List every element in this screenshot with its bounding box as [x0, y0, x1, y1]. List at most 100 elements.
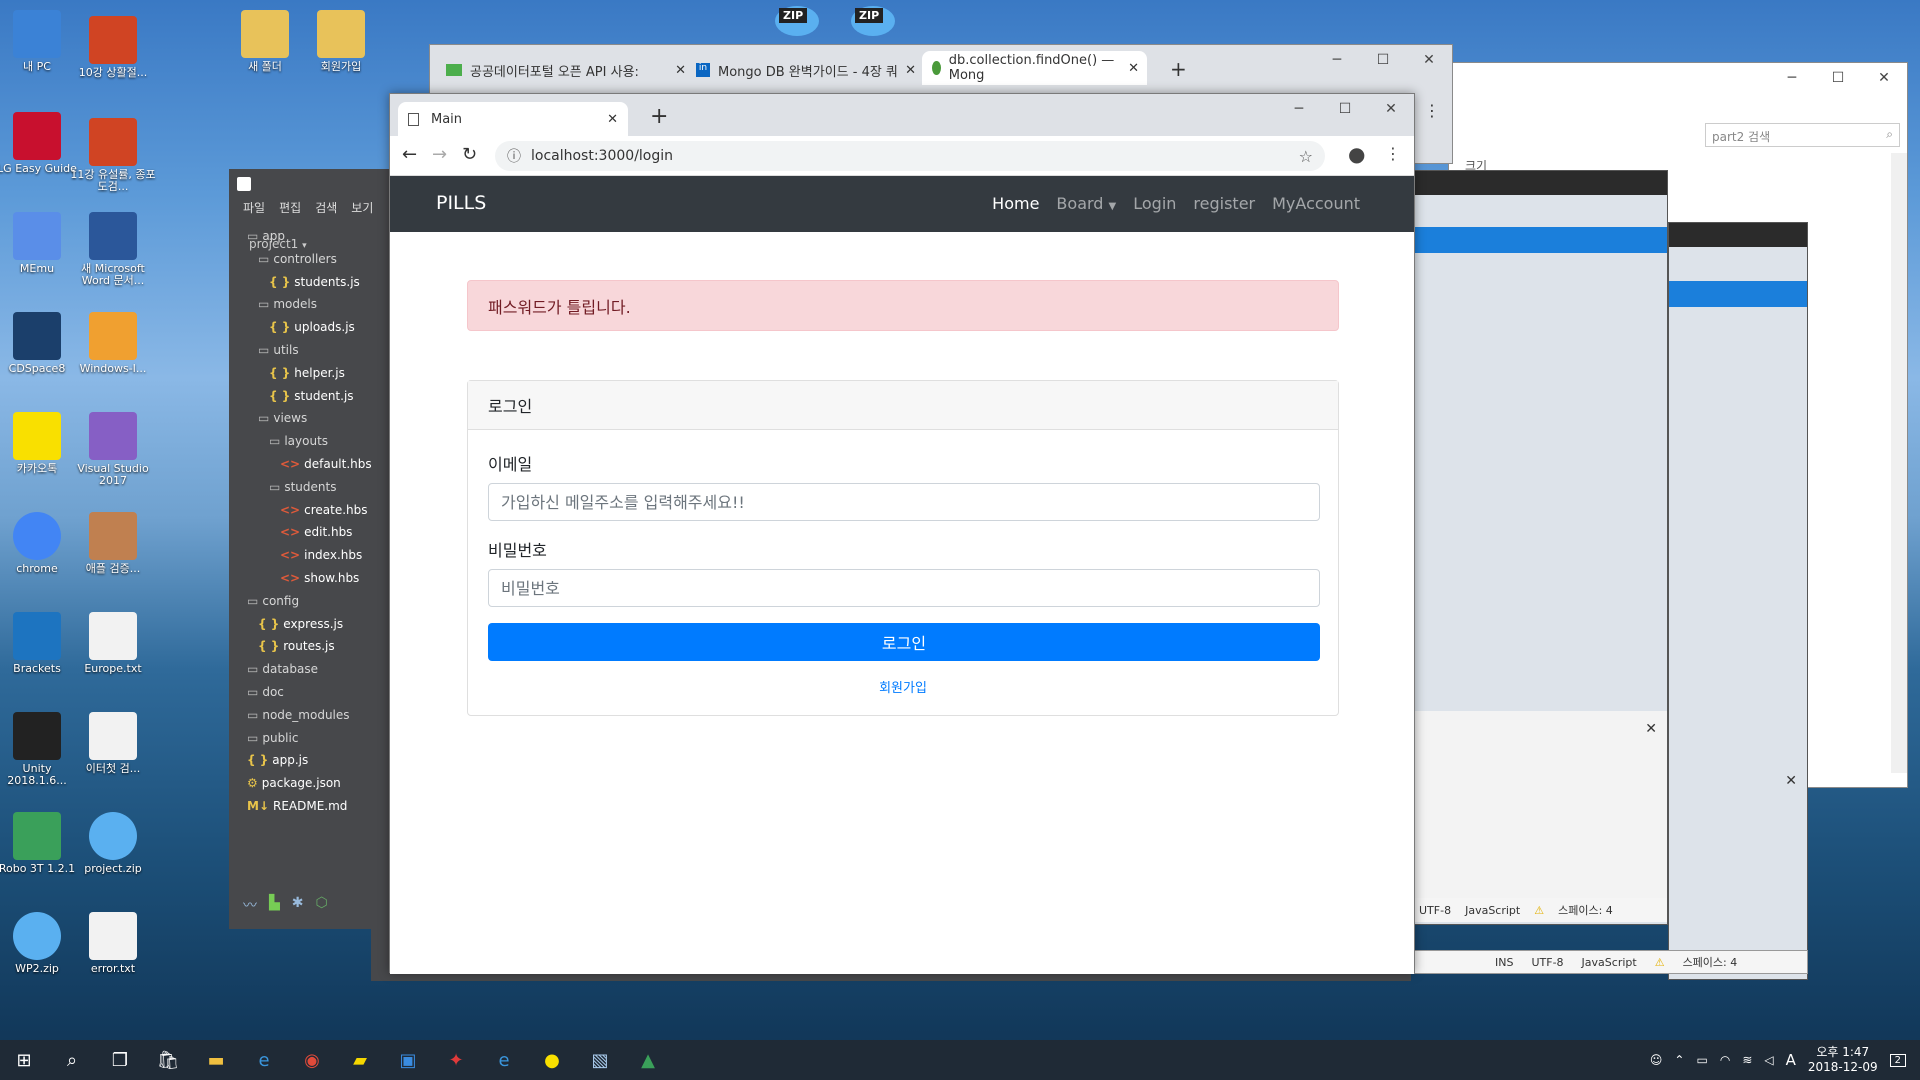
close-icon[interactable]: ✕: [1406, 45, 1452, 75]
desktop-icon[interactable]: 새 Microsoft Word 문서...: [68, 212, 158, 287]
file-tree-item[interactable]: <> edit.hbs: [280, 525, 352, 539]
task-view-icon[interactable]: ❐: [96, 1040, 144, 1080]
file-tree-item[interactable]: ▭ controllers: [258, 252, 337, 266]
nav-login[interactable]: Login: [1133, 194, 1176, 213]
close-icon[interactable]: ✕: [1128, 61, 1147, 76]
close-icon[interactable]: ✕: [905, 63, 916, 78]
menu-search[interactable]: 검색: [315, 199, 337, 216]
nav-myaccount[interactable]: MyAccount: [1272, 194, 1360, 213]
file-tree-item[interactable]: <> show.hbs: [280, 571, 359, 585]
spaces-label[interactable]: 스페이스: 4: [1558, 902, 1613, 918]
clock[interactable]: 오후 1:47 2018-12-09: [1808, 1045, 1878, 1075]
browser-window[interactable]: Main ✕ + ─ ☐ ✕ ← → ↻ ⓘ localhost:3000/lo…: [389, 93, 1415, 974]
encoding-label[interactable]: UTF-8: [1419, 904, 1451, 917]
file-tree-item[interactable]: ▭ config: [247, 594, 299, 608]
editor-sidebar[interactable]: 파일 편집 검색 보기 project1 ▾ ▭ app ▭ controllers{…: [229, 169, 389, 929]
maximize-icon[interactable]: ☐: [1360, 45, 1406, 75]
close-icon[interactable]: ✕: [1368, 94, 1414, 124]
menu-file[interactable]: 파일: [243, 199, 265, 216]
language-label[interactable]: JavaScript: [1582, 956, 1637, 969]
file-tree-item[interactable]: ▭ models: [258, 297, 317, 311]
tab-main[interactable]: Main ✕: [398, 102, 628, 136]
close-icon[interactable]: ✕: [1645, 721, 1657, 737]
search-icon[interactable]: ⌕: [48, 1040, 96, 1080]
password-field[interactable]: [488, 569, 1320, 607]
minimize-icon[interactable]: ─: [1769, 63, 1815, 93]
forward-icon[interactable]: →: [432, 144, 447, 165]
file-tree-item[interactable]: <> create.hbs: [280, 503, 368, 517]
file-tree-item[interactable]: ▭ app: [247, 229, 285, 243]
file-tree-item[interactable]: <> index.hbs: [280, 548, 362, 562]
wifi-icon[interactable]: ≋: [1742, 1053, 1752, 1067]
desktop-icon[interactable]: project.zip: [68, 812, 158, 875]
new-tab-icon[interactable]: +: [1170, 57, 1187, 81]
desktop-icon[interactable]: 10강 상활절...: [68, 16, 158, 79]
file-tree-item[interactable]: { } student.js: [269, 389, 354, 403]
reload-icon[interactable]: ↻: [462, 144, 477, 165]
file-tree-item[interactable]: ▭ utils: [258, 343, 299, 357]
store-icon[interactable]: 🛍: [144, 1040, 192, 1080]
close-icon[interactable]: ✕: [607, 112, 618, 127]
desktop-icon[interactable]: Windows-I...: [68, 312, 158, 375]
file-tree-item[interactable]: { } routes.js: [258, 639, 335, 653]
scrollbar[interactable]: [1891, 153, 1907, 773]
file-tree-item[interactable]: ⚙ package.json: [247, 776, 341, 790]
brackets-icon[interactable]: ▣: [384, 1040, 432, 1080]
menu-icon[interactable]: ⋮: [1424, 101, 1440, 120]
ie-icon[interactable]: e: [480, 1040, 528, 1080]
nodejs-icon[interactable]: ⬡: [316, 895, 328, 915]
desktop-icon[interactable]: error.txt: [68, 912, 158, 975]
robo3t-icon[interactable]: ▲: [624, 1040, 672, 1080]
signup-link-text[interactable]: 회원가입: [879, 681, 927, 696]
back-icon[interactable]: ←: [402, 144, 417, 165]
back-tab-2[interactable]: in Mongo DB 완벽가이드 - 4장 쿼 ✕: [686, 55, 916, 85]
maximize-icon[interactable]: ☐: [1815, 63, 1861, 93]
encoding-label[interactable]: UTF-8: [1531, 956, 1563, 969]
address-bar[interactable]: ⓘ localhost:3000/login ☆: [495, 141, 1325, 171]
chrome-icon[interactable]: ◉: [288, 1040, 336, 1080]
file-tree-item[interactable]: ▭ layouts: [269, 434, 328, 448]
windows-start-icon[interactable]: ⊞: [0, 1040, 48, 1080]
editor-window-3[interactable]: ✕: [1668, 222, 1808, 980]
minimize-icon[interactable]: ─: [1276, 94, 1322, 124]
nav-home[interactable]: Home: [992, 194, 1039, 213]
extension-icon[interactable]: ▙: [269, 895, 280, 915]
edge-icon[interactable]: e: [240, 1040, 288, 1080]
desktop-icon[interactable]: Visual Studio 2017: [68, 412, 158, 487]
back-tab-3[interactable]: db.collection.findOne() — Mong ✕: [922, 51, 1147, 85]
battery-icon[interactable]: ▭: [1696, 1053, 1707, 1067]
close-icon[interactable]: ✕: [1861, 63, 1907, 93]
live-preview-icon[interactable]: 〰: [243, 895, 257, 915]
notification-icon[interactable]: 2: [1889, 1053, 1906, 1067]
file-tree-item[interactable]: ▭ doc: [247, 685, 284, 699]
login-button[interactable]: 로그인: [488, 623, 1320, 661]
close-icon[interactable]: ✕: [675, 63, 686, 78]
spaces-label[interactable]: 스페이스: 4: [1683, 954, 1738, 970]
star-icon[interactable]: ☆: [1299, 147, 1313, 166]
nav-register[interactable]: register: [1193, 194, 1255, 213]
zip-icon[interactable]: ZIP: [775, 6, 819, 36]
zip-icon[interactable]: ZIP: [851, 6, 895, 36]
editor-window-2[interactable]: ✕ UTF-8 JavaScript ⚠ 스페이스: 4: [1410, 170, 1668, 925]
file-explorer-icon[interactable]: ▬: [192, 1040, 240, 1080]
file-tree-item[interactable]: ▭ public: [247, 731, 298, 745]
acrobat-icon[interactable]: ✦: [432, 1040, 480, 1080]
file-tree-item[interactable]: { } helper.js: [269, 366, 345, 380]
file-tree-item[interactable]: { } express.js: [258, 617, 343, 631]
minimize-icon[interactable]: ─: [1314, 45, 1360, 75]
file-tree-item[interactable]: <> default.hbs: [280, 457, 372, 471]
desktop-icon[interactable]: 11강 유설률, 종포도검...: [68, 118, 158, 193]
desktop-icon[interactable]: Europe.txt: [68, 612, 158, 675]
settings-icon[interactable]: ✱: [292, 895, 304, 915]
network-icon[interactable]: ◠: [1720, 1053, 1730, 1067]
menu-view[interactable]: 보기: [351, 199, 373, 216]
file-tree-item[interactable]: ▭ views: [258, 411, 307, 425]
file-tree-item[interactable]: { } uploads.js: [269, 320, 355, 334]
brand[interactable]: PILLS: [436, 192, 486, 214]
account-icon[interactable]: ●: [1348, 142, 1365, 166]
file-tree-item[interactable]: ▭ students: [269, 480, 336, 494]
maximize-icon[interactable]: ☐: [1322, 94, 1368, 124]
chevron-up-icon[interactable]: ⌃: [1674, 1053, 1684, 1067]
sticky-notes-icon[interactable]: ▰: [336, 1040, 384, 1080]
file-tree-item[interactable]: ▭ database: [247, 662, 318, 676]
